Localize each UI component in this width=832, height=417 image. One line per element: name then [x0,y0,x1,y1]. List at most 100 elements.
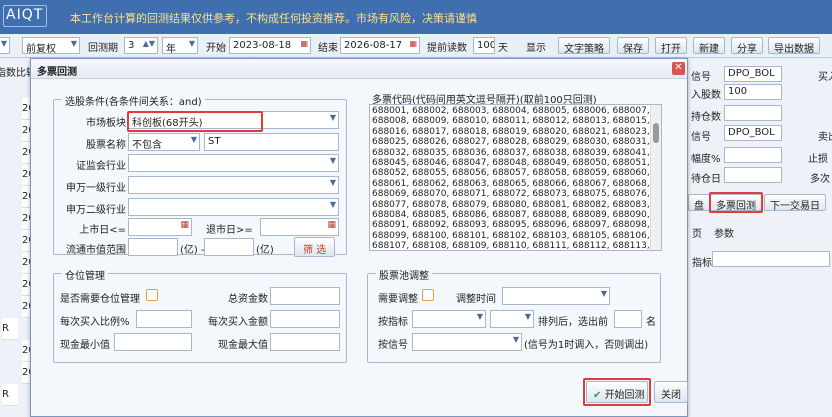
new-button[interactable]: 新建 [693,37,725,55]
list-before-input[interactable]: ▦ [128,218,192,236]
highlight-multi-backtest [709,192,763,213]
name-mode-select[interactable]: 不包含 ▼ [128,133,200,151]
pool-need-checkbox[interactable] [422,289,434,301]
rank-input[interactable] [614,310,642,328]
chevron-down-icon: ▼ [524,312,531,321]
filter-legend: 选股条件(各条件间关系：and) [62,93,205,108]
export-button[interactable]: 导出数据 [768,37,820,55]
cash-min-label: 现金最小值 [60,340,110,351]
toolbar: ▼ 前复权 ▼ 回测期 3 ▲▼ 年 ▼ 开始 2023-08-18 ▦ 结束 2026… [0,34,832,85]
calendar-icon: ▦ [300,39,308,48]
toolbar-left-dropdown[interactable]: ▼ [0,37,10,54]
sell-signal-select[interactable]: DPO_BOL [724,125,782,141]
right-panel: 信号 DPO_BOL 买入 入股数 100 持仓数 信号 DPO_BOL 卖出 … [688,58,832,417]
adjust-select[interactable]: 前复权 ▼ [22,37,80,54]
buy-qty-input[interactable]: 100 [724,84,782,100]
cap-min-input[interactable] [128,238,178,256]
hold-days-input[interactable] [724,167,782,183]
app-logo: AIQT [6,7,44,23]
start-date-value: 2023-08-18 [233,40,292,51]
scrollbar[interactable] [650,105,661,250]
chevron-down-icon: ▼ [329,178,336,187]
pool-legend: 股票池调整 [376,267,432,282]
tab-page[interactable]: 页 [692,225,702,240]
multi-label: 多次 [810,174,830,185]
text-strategy-button[interactable]: 文字策略 [558,37,610,55]
chevron-down-icon: ▼ [329,113,336,122]
buy-qty-value: 100 [728,86,748,97]
buy-signal-select[interactable]: DPO_BOL [724,66,782,82]
pool-group: 股票池调整 需要调整 调整时间 ▼ 按指标 ▼ ▼ 排列后，选出前 名 按信号 … [367,267,661,363]
risk-warning: 本工作台计算的回测结果仅供参考，不构成任何投资推荐。市场有风险，决策请谨慎 [70,12,477,25]
sell-label: 卖出 [818,132,832,143]
period-label: 回测期 [88,43,118,54]
table-row[interactable]: R [2,318,18,340]
chevron-down-icon: ▼ [188,39,195,48]
rank-unit: 名 [646,317,656,328]
market-label: 市场板块 [86,118,126,129]
display-label: 显示 [526,43,546,54]
cap-unit-1: (亿) - [180,245,205,256]
position-legend: 仓位管理 [62,267,108,282]
close-icon[interactable]: ✕ [672,62,685,75]
position-need-label: 是否需要仓位管理 [60,294,140,305]
buy-signal-value: DPO_BOL [728,68,775,79]
by-signal-label: 按信号 [378,340,408,351]
codes-textarea[interactable]: 688001, 688002, 688003, 688004, 688005, … [369,104,662,251]
dialog-title: 多票回测 [37,67,77,78]
order-select[interactable]: ▼ [490,310,534,328]
start-date-input[interactable]: 2023-08-18 ▦ [229,37,311,54]
indicator-input[interactable] [712,251,830,267]
signal-select[interactable]: ▼ [412,333,522,351]
scrollbar-thumb[interactable] [653,123,659,143]
index-select[interactable]: ▼ [412,310,486,328]
hold-label: 持仓数 [691,112,721,123]
amount-label: 每次买入金额 [208,317,268,328]
cap-max-input[interactable] [204,238,254,256]
next-trading-day-button[interactable]: 下一交易日 [764,194,826,212]
share-button[interactable]: 分享 [731,37,763,55]
name-mode-value: 不包含 [132,140,162,151]
calendar-icon: ▦ [409,39,417,48]
cash-min-input[interactable] [114,333,192,351]
sw1-select[interactable]: ▼ [128,176,339,194]
chevron-down-icon: ▼ [329,200,336,209]
highlight-market [127,111,263,132]
csrc-label: 证监会行业 [76,161,126,172]
signal-label: 信号 [691,72,711,83]
position-group: 仓位管理 是否需要仓位管理 总资金数 每次买入比例% 每次买入金额 现金最小值 … [53,267,347,363]
position-need-checkbox[interactable] [146,289,158,301]
period-unit-select[interactable]: 年 ▼ [162,37,198,54]
chevron-down-icon: ▼ [329,156,336,165]
ratio-input[interactable] [136,310,192,328]
period-unit-value: 年 [166,44,176,54]
range-input[interactable] [724,147,782,163]
filter-button[interactable]: 筛 选 [294,237,336,257]
cap-unit-2: (亿) [256,245,274,256]
panel-button[interactable]: 盘 [688,194,710,212]
sw2-select[interactable]: ▼ [128,198,339,216]
list-after-input[interactable]: ▦ [260,218,339,236]
hold-input[interactable] [724,105,782,121]
total-input[interactable] [270,287,340,305]
csrc-select[interactable]: ▼ [128,154,339,172]
codes-text: 688001, 688002, 688003, 688004, 688005, … [372,106,650,251]
spinner-icon: ▲▼ [142,39,155,48]
pool-need-label: 需要调整 [378,294,418,305]
end-label: 结束 [318,43,338,54]
tab-params[interactable]: 参数 [714,225,734,240]
adjust-time-select[interactable]: ▼ [502,287,610,305]
cash-max-input[interactable] [270,333,340,351]
amount-input[interactable] [270,310,340,328]
open-button[interactable]: 打开 [655,37,687,55]
period-spinner[interactable]: 3 ▲▼ [124,37,158,54]
preload-value: 100 [477,40,495,51]
table-row[interactable]: R [2,384,18,406]
list-before-label: 上市日<= [79,225,126,236]
preload-input[interactable]: 100 [473,37,495,54]
dialog-title-bar: 多票回测 ✕ [31,59,687,79]
end-date-input[interactable]: 2026-08-17 ▦ [340,37,420,54]
name-input[interactable]: ST [204,133,339,151]
save-button[interactable]: 保存 [617,37,649,55]
close-button[interactable]: 关闭 [654,381,688,403]
